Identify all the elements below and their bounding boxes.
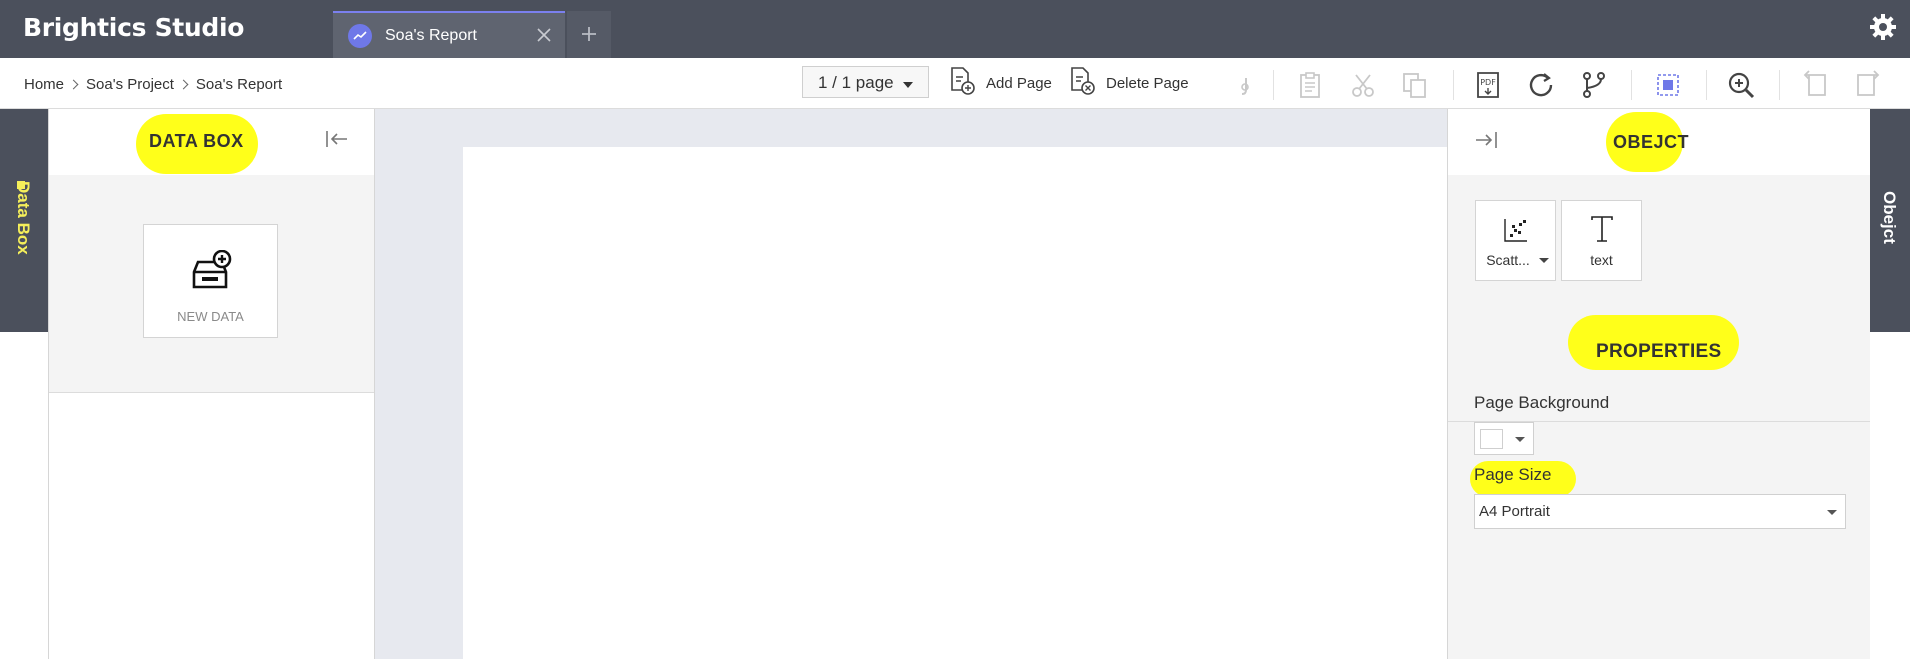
- breadcrumb: Home Soa's Project Soa's Report: [24, 76, 282, 93]
- page-size-label: Page Size: [1474, 465, 1552, 484]
- delete-page-icon: [1068, 66, 1096, 101]
- cut-icon[interactable]: [1348, 70, 1378, 100]
- branch-icon[interactable]: [1579, 70, 1609, 100]
- report-canvas[interactable]: [375, 109, 1447, 659]
- toolbar-divider: [1273, 70, 1274, 100]
- chevron-right-icon: [178, 79, 189, 90]
- object-tile-label: Scatt...: [1486, 252, 1530, 268]
- breadcrumb-project[interactable]: Soa's Project: [86, 76, 174, 93]
- sidetab-label: Data Box: [14, 181, 33, 255]
- plus-icon: [580, 25, 598, 43]
- delete-page-label: Delete Page: [1106, 74, 1189, 92]
- title-bar: Brightics Studio Soa's Report: [0, 0, 1910, 58]
- caret-down-icon: [903, 82, 913, 88]
- tab-label: Soa's Report: [385, 27, 477, 44]
- svg-text:PDF: PDF: [1480, 78, 1496, 87]
- object-panel-header: OBEJCT: [1448, 109, 1870, 175]
- page-background-label: Page Background: [1474, 393, 1610, 412]
- scatter-chart-icon: [1503, 217, 1529, 243]
- toolbar-row: Home Soa's Project Soa's Report 1 / 1 pa…: [0, 58, 1910, 109]
- toolbar-divider: [1631, 70, 1632, 100]
- app-title: Brightics Studio: [23, 13, 245, 42]
- add-page-button[interactable]: Add Page: [948, 66, 1052, 101]
- page-size-value: A4 Portrait: [1479, 503, 1550, 520]
- object-tiles: Scatt... text: [1448, 175, 1870, 422]
- select-area-icon[interactable]: [1653, 70, 1683, 100]
- object-tile-text[interactable]: text: [1561, 200, 1642, 281]
- color-swatch: [1480, 429, 1503, 449]
- add-page-icon: [948, 66, 976, 101]
- add-page-label: Add Page: [986, 74, 1052, 92]
- toolbar-divider: [1453, 70, 1454, 100]
- breadcrumb-report: Soa's Report: [195, 76, 283, 93]
- tab-soas-report[interactable]: Soa's Report: [333, 11, 565, 58]
- caret-down-icon: [1515, 437, 1525, 442]
- data-box-title: DATA BOX: [149, 131, 244, 151]
- close-icon[interactable]: [535, 26, 553, 44]
- expand-right-icon[interactable]: [1473, 129, 1499, 151]
- undo-icon[interactable]: [1800, 70, 1830, 100]
- paste-icon[interactable]: [1295, 70, 1325, 100]
- format-paint-icon[interactable]: [1232, 70, 1262, 100]
- chart-icon: [348, 24, 372, 48]
- object-tile-label: text: [1590, 252, 1613, 268]
- delete-page-button[interactable]: Delete Page: [1068, 66, 1189, 101]
- collapse-left-icon[interactable]: [324, 128, 350, 150]
- new-data-icon: [191, 249, 233, 290]
- pdf-export-icon[interactable]: PDF: [1473, 70, 1503, 100]
- zoom-in-icon[interactable]: [1726, 70, 1756, 100]
- sidetab-label: Obejct: [1880, 191, 1899, 244]
- object-panel-title: OBEJCT: [1613, 132, 1690, 152]
- properties-title: PROPERTIES: [1596, 341, 1722, 362]
- toolbar-divider: [1779, 70, 1780, 100]
- gear-icon[interactable]: [1868, 12, 1898, 42]
- text-icon: [1589, 215, 1615, 243]
- page-size-select[interactable]: A4 Portrait: [1474, 494, 1846, 529]
- caret-down-icon: [1827, 510, 1837, 515]
- page-background-color-picker[interactable]: [1474, 422, 1534, 455]
- refresh-icon[interactable]: [1526, 70, 1556, 100]
- breadcrumb-home[interactable]: Home: [24, 76, 64, 93]
- new-data-button[interactable]: NEW DATA: [143, 224, 278, 338]
- report-page[interactable]: [463, 147, 1447, 659]
- object-panel: OBEJCT Scatt... text PROPERTIES Page Bac…: [1447, 109, 1870, 659]
- redo-icon[interactable]: [1853, 70, 1883, 100]
- page-indicator: 1 / 1 page: [818, 73, 894, 92]
- data-box-header: DATA BOX: [49, 109, 374, 175]
- data-box-sidetab[interactable]: Data Box: [0, 109, 48, 332]
- copy-icon[interactable]: [1400, 70, 1430, 100]
- new-data-label: NEW DATA: [177, 309, 244, 324]
- chevron-right-icon: [68, 79, 79, 90]
- object-sidetab[interactable]: Obejct: [1870, 109, 1910, 332]
- toolbar-divider: [1706, 70, 1707, 100]
- caret-down-icon[interactable]: [1539, 258, 1549, 263]
- add-tab-button[interactable]: [567, 11, 611, 58]
- data-box-panel: DATA BOX NEW DATA: [48, 109, 375, 659]
- page-select[interactable]: 1 / 1 page: [802, 66, 929, 98]
- object-tile-scatter[interactable]: Scatt...: [1475, 200, 1556, 281]
